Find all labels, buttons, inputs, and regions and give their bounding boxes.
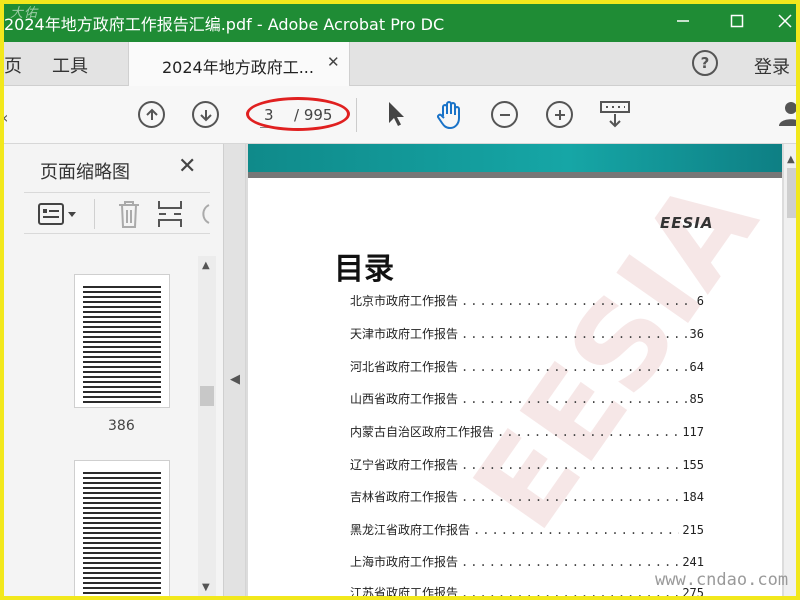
toc-entry[interactable]: 辽宁省政府工作报告...............................…	[350, 456, 704, 474]
toc-entry[interactable]: 山西省政府工作报告...............................…	[350, 390, 704, 408]
help-icon[interactable]: ?	[692, 50, 718, 76]
page-header-band	[248, 144, 782, 172]
tab-document[interactable]: 2024年地方政府工... ✕	[128, 42, 350, 86]
minimize-icon	[677, 20, 689, 22]
rotate-icon[interactable]	[196, 201, 212, 227]
menu-tools[interactable]: 工具	[52, 52, 88, 78]
maximize-button[interactable]	[714, 0, 760, 42]
thumbnail-page-label: 386	[108, 418, 135, 434]
toc-entry[interactable]: 河北省政府工作报告...............................…	[350, 358, 704, 376]
window-title: 2024年地方政府工作报告汇编.pdf - Adobe Acrobat Pro …	[4, 15, 445, 34]
collapse-panel-handle[interactable]: ◀	[224, 144, 246, 596]
scroll-thumb[interactable]	[200, 386, 214, 406]
thumbnails-panel: 页面缩略图 ✕ 386 ▲ ▼	[4, 144, 224, 596]
panel-divider	[94, 199, 95, 229]
toc-entry[interactable]: 内蒙古自治区政府工作报告............................…	[350, 423, 704, 441]
insert-page-icon[interactable]	[156, 199, 184, 229]
document-view[interactable]: EESIA EESIA 目录 北京市政府工作报告................…	[246, 144, 784, 596]
select-cursor-icon[interactable]	[384, 99, 408, 129]
scroll-up-icon[interactable]: ▲	[787, 154, 795, 165]
scroll-mode-icon[interactable]	[598, 99, 632, 131]
tab-document-label: 2024年地方政府工...	[162, 58, 314, 77]
title-bar: 大佑 2024年地方政府工作报告汇编.pdf - Adobe Acrobat P…	[0, 0, 800, 42]
arrow-down-icon	[199, 109, 212, 121]
delete-icon[interactable]	[116, 199, 142, 229]
prev-page-button[interactable]	[138, 101, 165, 128]
hand-tool-icon[interactable]	[434, 99, 466, 131]
scroll-up-icon[interactable]: ▲	[202, 260, 210, 271]
left-chevron-icon[interactable]: ‹	[2, 108, 8, 127]
toolbar: 3 / 995	[0, 86, 800, 144]
page-thumbnail[interactable]	[74, 460, 170, 596]
zoom-out-button[interactable]	[491, 101, 518, 128]
toc-entry[interactable]: 吉林省政府工作报告...............................…	[350, 488, 704, 506]
toc-entry[interactable]: 江苏省政府工作报告...............................…	[350, 584, 704, 596]
brand-logo: EESIA	[660, 214, 714, 232]
toc-entry[interactable]: 天津市政府工作报告...............................…	[350, 325, 704, 343]
thumbnail-list[interactable]: 386	[4, 256, 216, 596]
toc-entry[interactable]: 北京市政府工作报告...............................…	[350, 292, 704, 310]
collapse-left-icon[interactable]: ◀	[230, 372, 240, 387]
document-scrollbar[interactable]: ▲	[784, 144, 800, 596]
panel-notch	[4, 168, 12, 184]
toc-entry[interactable]: 上海市政府工作报告...............................…	[350, 553, 704, 571]
toolbar-divider	[356, 98, 357, 132]
panel-toolbar	[24, 192, 210, 234]
page-thumbnail[interactable]	[74, 274, 170, 408]
user-icon[interactable]	[777, 100, 800, 126]
zoom-in-button[interactable]	[546, 101, 573, 128]
menu-home[interactable]: 页	[4, 52, 22, 78]
highlight-annotation	[246, 97, 350, 131]
tab-close-icon[interactable]: ✕	[327, 53, 340, 71]
options-menu-icon[interactable]	[38, 203, 78, 225]
plus-icon	[554, 109, 565, 120]
scroll-down-icon[interactable]: ▼	[202, 582, 210, 593]
minus-icon	[499, 113, 510, 116]
next-page-button[interactable]	[192, 101, 219, 128]
toc-title: 目录	[334, 252, 394, 287]
toc-entry[interactable]: 黑龙江省政府工作报告..............................…	[350, 521, 704, 539]
thumbnail-scrollbar[interactable]: ▲ ▼	[198, 256, 216, 596]
page-header-rule	[248, 172, 782, 178]
site-watermark: www.cndao.com	[655, 570, 789, 590]
close-icon	[778, 14, 792, 28]
tab-bar: 页 工具 2024年地方政府工... ✕ ? 登录	[0, 42, 800, 86]
close-window-button[interactable]	[762, 0, 800, 42]
arrow-up-icon	[145, 108, 158, 120]
minimize-button[interactable]	[660, 0, 706, 42]
login-button[interactable]: 登录	[754, 53, 790, 79]
pdf-page: EESIA EESIA 目录 北京市政府工作报告................…	[248, 144, 782, 596]
panel-title: 页面缩略图	[40, 162, 130, 183]
panel-close-icon[interactable]: ✕	[178, 154, 196, 179]
maximize-icon	[730, 14, 744, 28]
scroll-thumb[interactable]	[787, 168, 797, 218]
